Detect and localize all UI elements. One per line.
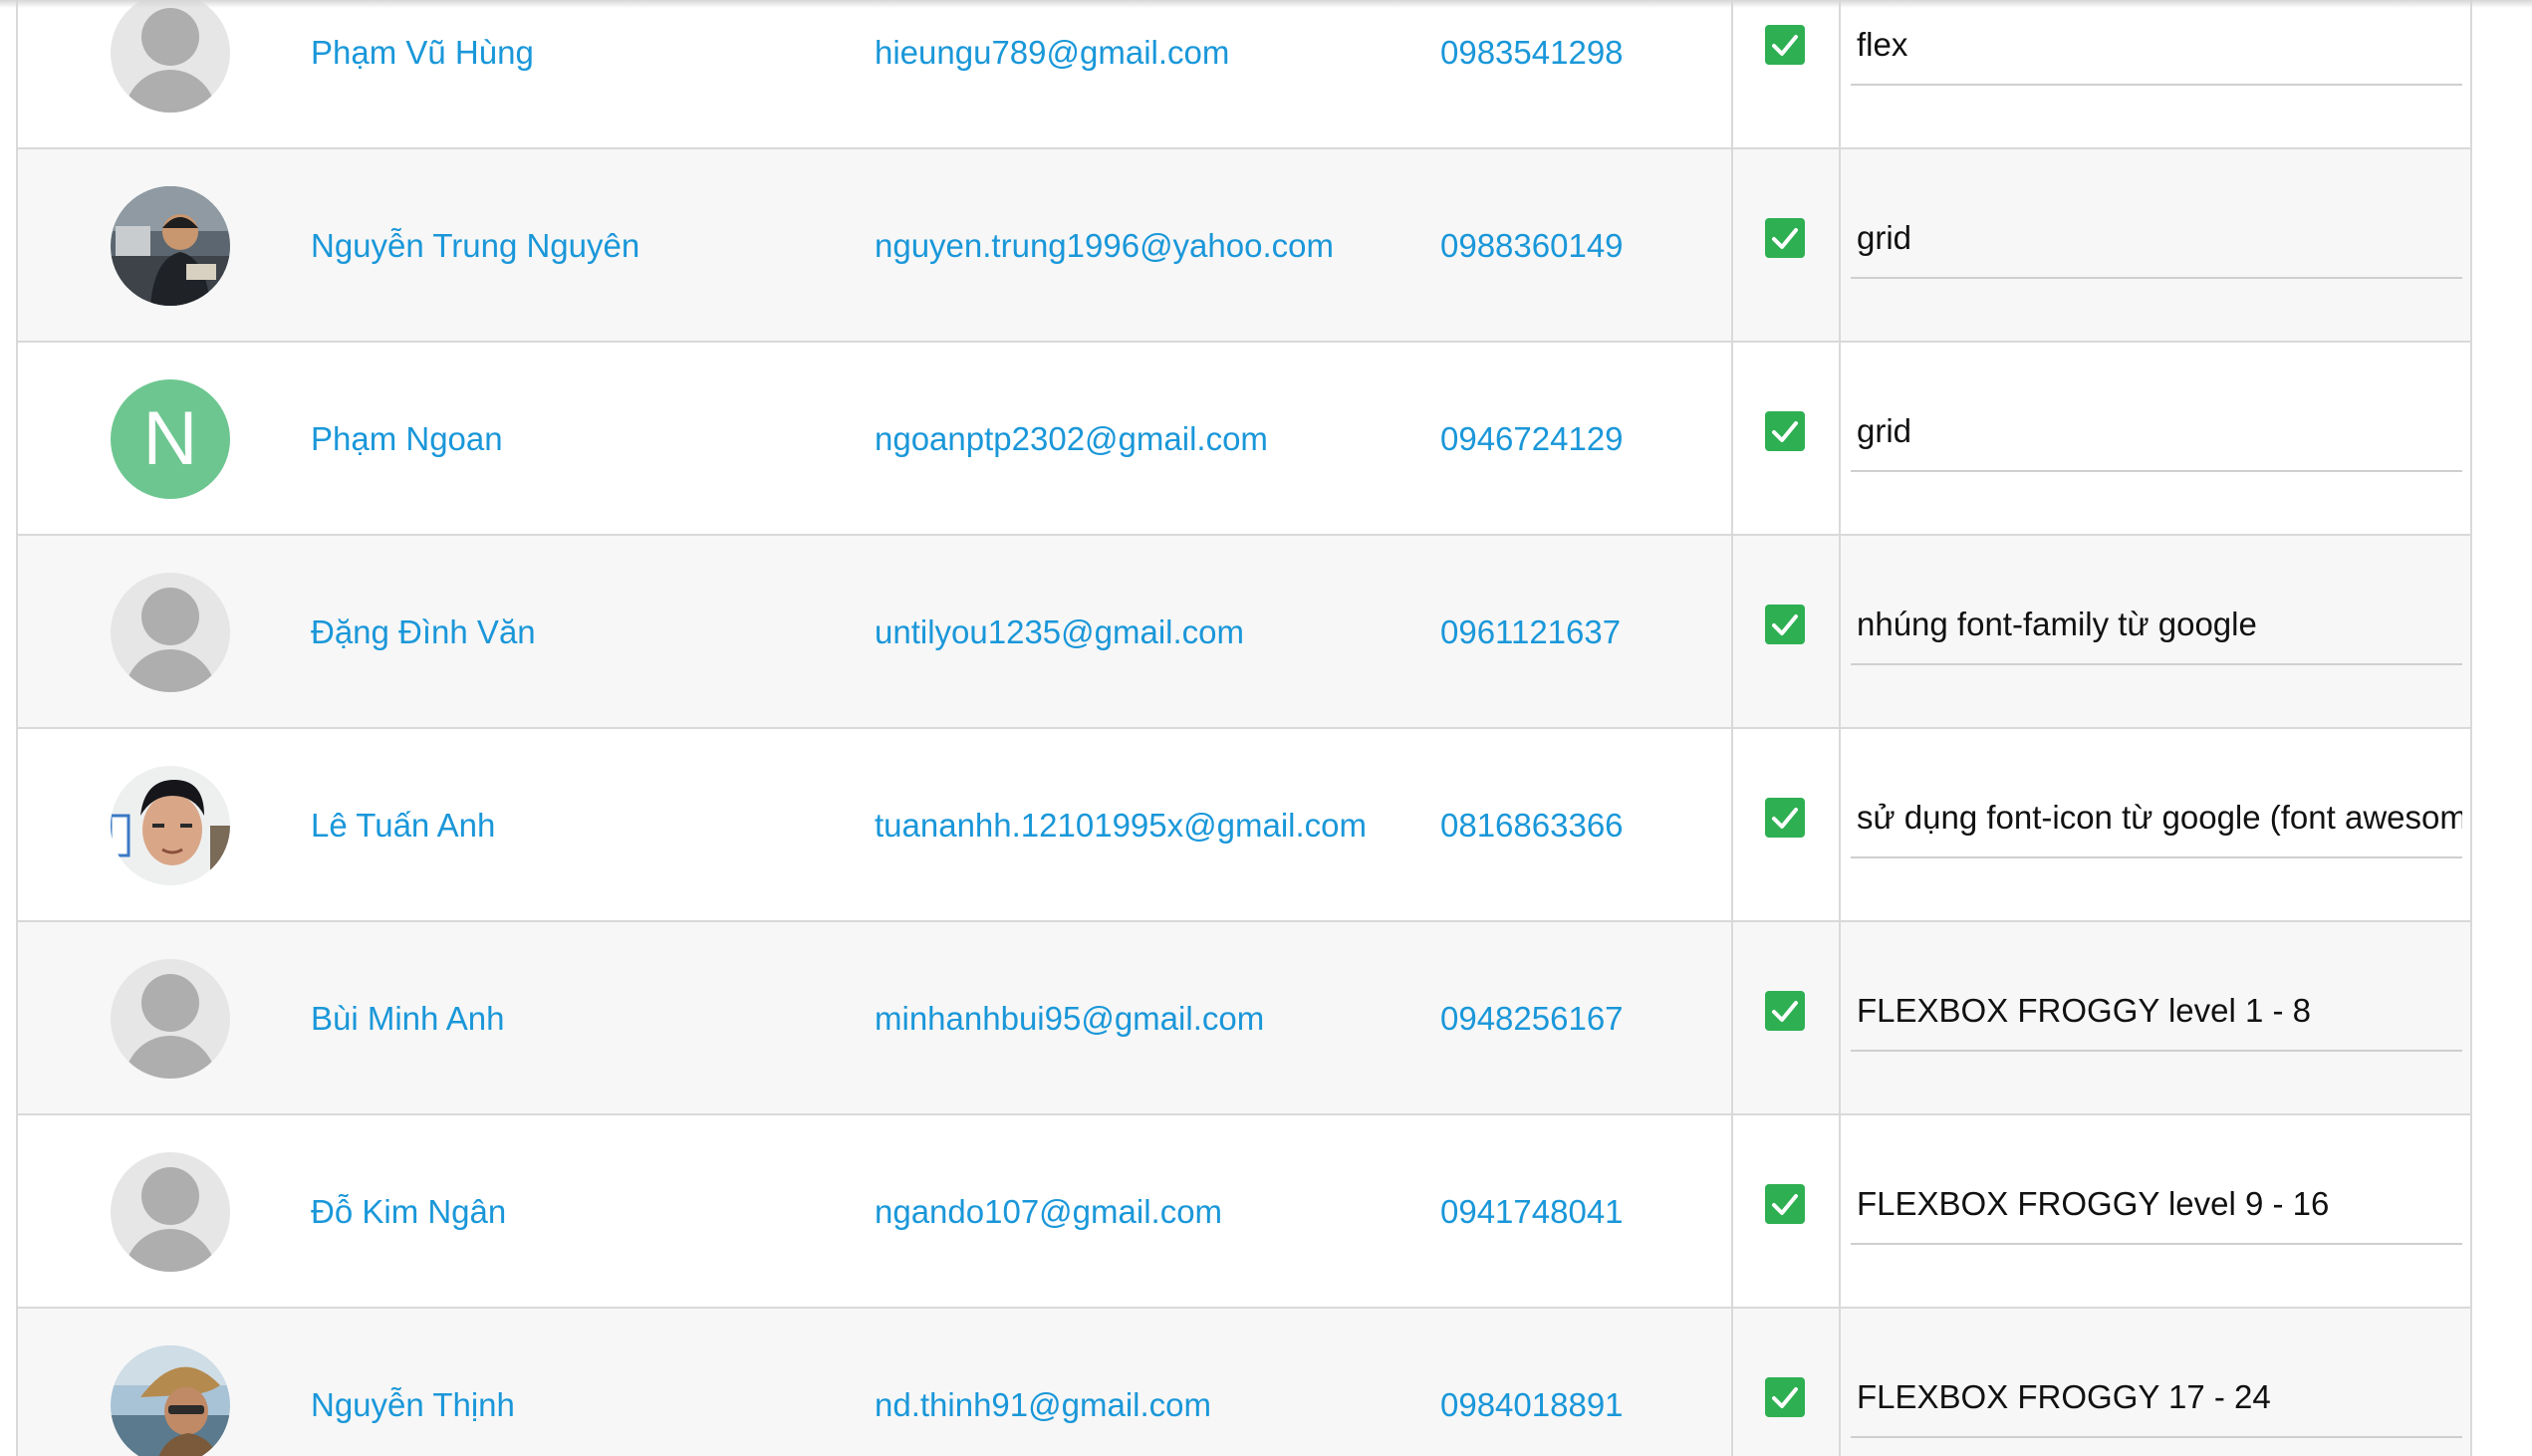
note-input[interactable]: FLEXBOX FROGGY level 9 - 16 bbox=[1851, 1179, 2462, 1245]
top-shadow bbox=[0, 0, 2532, 8]
completed-checkbox[interactable] bbox=[1765, 798, 1805, 838]
column-divider bbox=[1839, 536, 1841, 729]
completed-checkbox[interactable] bbox=[1765, 25, 1805, 65]
column-divider bbox=[1839, 0, 1841, 149]
table-row: Phạm Vũ Hùng hieungu789@gmail.com 098354… bbox=[18, 0, 2470, 149]
user-photo-avatar bbox=[111, 1345, 230, 1456]
student-phone-link[interactable]: 0984018891 bbox=[1440, 1309, 1624, 1456]
column-divider bbox=[1731, 1309, 1733, 1456]
user-photo-avatar bbox=[111, 766, 230, 885]
checkmark-icon bbox=[1772, 1387, 1798, 1408]
student-phone-link[interactable]: 0948256167 bbox=[1440, 922, 1624, 1115]
note-input[interactable]: FLEXBOX FROGGY level 1 - 8 bbox=[1851, 986, 2462, 1052]
column-divider bbox=[1839, 729, 1841, 922]
default-avatar-icon bbox=[111, 573, 230, 692]
student-phone-link[interactable]: 0946724129 bbox=[1440, 343, 1624, 536]
column-divider bbox=[1731, 1115, 1733, 1309]
student-phone-link[interactable]: 0988360149 bbox=[1440, 149, 1624, 343]
note-input[interactable]: FLEXBOX FROGGY 17 - 24 bbox=[1851, 1372, 2462, 1438]
student-list-page: Phạm Vũ Hùng hieungu789@gmail.com 098354… bbox=[0, 0, 2532, 1456]
table-row: Nguyễn Thịnh nd.thinh91@gmail.com 098401… bbox=[18, 1309, 2470, 1456]
checkmark-icon bbox=[1772, 35, 1798, 56]
initial-avatar: N bbox=[111, 379, 230, 499]
student-phone-link[interactable]: 0983541298 bbox=[1440, 0, 1624, 149]
checkmark-icon bbox=[1772, 228, 1798, 249]
student-phone-link[interactable]: 0941748041 bbox=[1440, 1115, 1624, 1309]
student-phone-link[interactable]: 0816863366 bbox=[1440, 729, 1624, 922]
user-photo-avatar bbox=[111, 186, 230, 306]
column-divider bbox=[1839, 922, 1841, 1115]
student-name-link[interactable]: Lê Tuấn Anh bbox=[311, 729, 495, 922]
completed-checkbox[interactable] bbox=[1765, 605, 1805, 644]
completed-checkbox[interactable] bbox=[1765, 218, 1805, 258]
student-table: Phạm Vũ Hùng hieungu789@gmail.com 098354… bbox=[16, 0, 2472, 1456]
student-name-link[interactable]: Phạm Vũ Hùng bbox=[311, 0, 534, 149]
checkmark-icon bbox=[1772, 1001, 1798, 1022]
completed-checkbox[interactable] bbox=[1765, 991, 1805, 1031]
student-name-link[interactable]: Đỗ Kim Ngân bbox=[311, 1115, 506, 1309]
completed-checkbox[interactable] bbox=[1765, 411, 1805, 451]
note-input[interactable]: grid bbox=[1851, 406, 2462, 472]
student-name-link[interactable]: Đặng Đình Văn bbox=[311, 536, 536, 729]
completed-checkbox[interactable] bbox=[1765, 1184, 1805, 1224]
student-email-link[interactable]: ngoanptp2302@gmail.com bbox=[875, 343, 1268, 536]
student-name-link[interactable]: Bùi Minh Anh bbox=[311, 922, 504, 1115]
table-row: Đặng Đình Văn untilyou1235@gmail.com 096… bbox=[18, 536, 2470, 729]
student-email-link[interactable]: hieungu789@gmail.com bbox=[875, 0, 1229, 149]
student-email-link[interactable]: untilyou1235@gmail.com bbox=[875, 536, 1244, 729]
column-divider bbox=[1731, 922, 1733, 1115]
default-avatar-icon bbox=[111, 0, 230, 113]
default-avatar-icon bbox=[111, 1152, 230, 1272]
column-divider bbox=[1731, 536, 1733, 729]
column-divider bbox=[1839, 1309, 1841, 1456]
student-name-link[interactable]: Nguyễn Thịnh bbox=[311, 1309, 515, 1456]
student-email-link[interactable]: ngando107@gmail.com bbox=[875, 1115, 1222, 1309]
column-divider bbox=[1839, 149, 1841, 343]
checkmark-icon bbox=[1772, 421, 1798, 442]
student-name-link[interactable]: Phạm Ngoan bbox=[311, 343, 503, 536]
column-divider bbox=[1731, 729, 1733, 922]
completed-checkbox[interactable] bbox=[1765, 1377, 1805, 1417]
table-row: Đỗ Kim Ngân ngando107@gmail.com 09417480… bbox=[18, 1115, 2470, 1309]
student-email-link[interactable]: minhanhbui95@gmail.com bbox=[875, 922, 1264, 1115]
column-divider bbox=[1839, 1115, 1841, 1309]
student-phone-link[interactable]: 0961121637 bbox=[1440, 536, 1621, 729]
note-input[interactable]: flex bbox=[1851, 20, 2462, 86]
student-email-link[interactable]: nguyen.trung1996@yahoo.com bbox=[875, 149, 1334, 343]
checkmark-icon bbox=[1772, 614, 1798, 635]
table-row: N Phạm Ngoan ngoanptp2302@gmail.com 0946… bbox=[18, 343, 2470, 536]
note-input[interactable]: sử dụng font-icon từ google (font awesom bbox=[1851, 793, 2462, 858]
table-row: Lê Tuấn Anh tuananhh.12101995x@gmail.com… bbox=[18, 729, 2470, 922]
table-row: Bùi Minh Anh minhanhbui95@gmail.com 0948… bbox=[18, 922, 2470, 1115]
note-input[interactable]: grid bbox=[1851, 213, 2462, 279]
student-email-link[interactable]: tuananhh.12101995x@gmail.com bbox=[875, 729, 1367, 922]
student-email-link[interactable]: nd.thinh91@gmail.com bbox=[875, 1309, 1211, 1456]
column-divider bbox=[1839, 343, 1841, 536]
checkmark-icon bbox=[1772, 808, 1798, 829]
column-divider bbox=[1731, 0, 1733, 149]
checkmark-icon bbox=[1772, 1194, 1798, 1215]
column-divider bbox=[1731, 149, 1733, 343]
note-input[interactable]: nhúng font-family từ google bbox=[1851, 600, 2462, 665]
column-divider bbox=[1731, 343, 1733, 536]
table-row: Nguyễn Trung Nguyên nguyen.trung1996@yah… bbox=[18, 149, 2470, 343]
default-avatar-icon bbox=[111, 959, 230, 1079]
student-name-link[interactable]: Nguyễn Trung Nguyên bbox=[311, 149, 639, 343]
